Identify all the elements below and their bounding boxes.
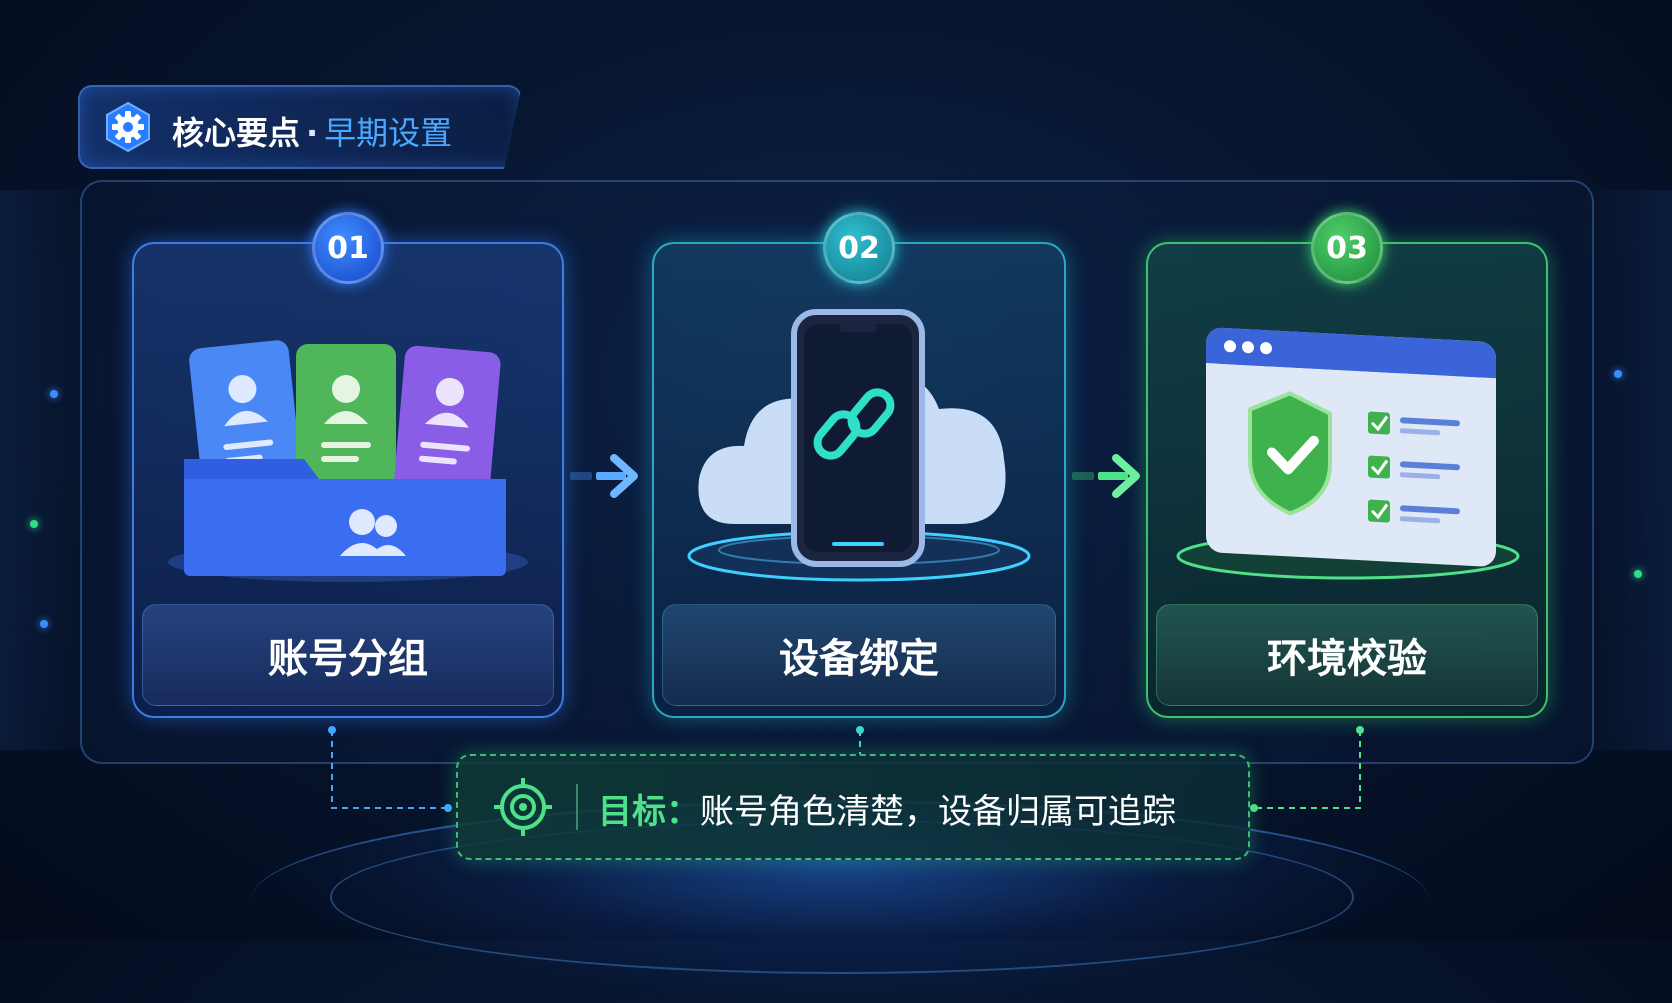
step-card-account-grouping[interactable]: 01 账号分组 [132,212,564,718]
rack-light [30,520,38,528]
goal-text: 目标：账号角色清楚，设备归属可追踪 [598,784,1176,833]
page-title: 核心要点 · 早期设置 [172,108,452,154]
shield-check-window-icon [1176,327,1520,580]
account-folder-icon [168,340,528,582]
header-separator: · [306,114,319,152]
step-number-badge: 01 [312,212,384,284]
step-number-badge: 02 [823,212,895,284]
server-rack-left [0,190,90,750]
goal-divider [576,784,578,830]
gear-icon [106,101,150,153]
header-subtitle: 早期设置 [324,114,453,152]
arrow-right-icon [1072,454,1140,498]
target-icon [494,778,552,836]
step-label: 设备绑定 [662,604,1056,706]
rack-light [1634,570,1642,578]
step-number-badge: 03 [1311,212,1383,284]
server-rack-right [1582,190,1672,750]
step-card-environment-check[interactable]: 03 环境校验 [1146,212,1548,718]
rack-light [40,620,48,628]
header-title-text: 核心要点 [172,114,301,152]
goal-content: 账号角色清楚，设备归属可追踪 [700,792,1176,832]
step-label: 账号分组 [142,604,554,706]
header-banner: 核心要点 · 早期设置 [78,85,522,169]
goal-label: 目标： [598,792,700,832]
rack-light [1614,370,1622,378]
arrow-right-icon [570,454,638,498]
phone-link-cloud-icon [687,309,1031,582]
goal-callout: 目标：账号角色清楚，设备归属可追踪 [456,754,1250,860]
rack-light [50,390,58,398]
step-label: 环境校验 [1156,604,1538,706]
step-card-device-binding[interactable]: 02 设备绑定 [652,212,1066,718]
